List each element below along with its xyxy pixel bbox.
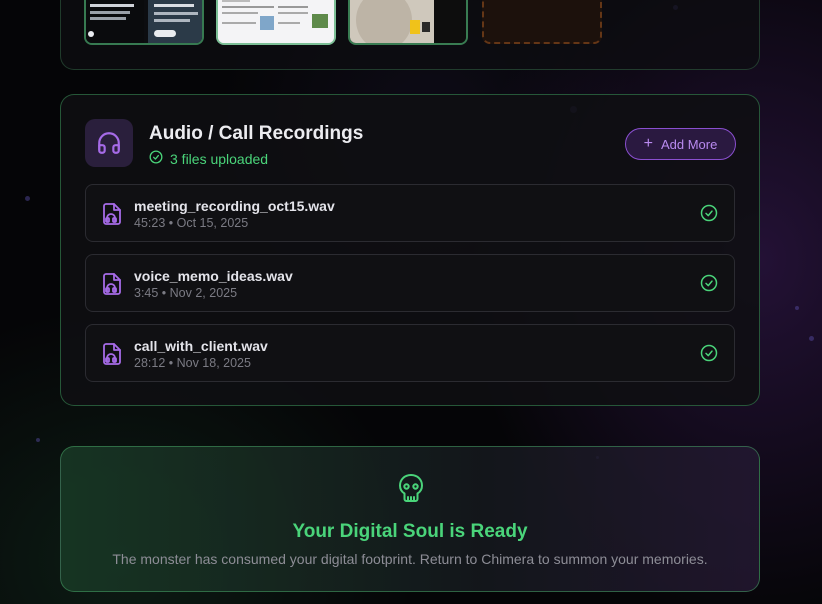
audio-file-icon [103,203,121,225]
file-row[interactable]: meeting_recording_oct15.wav 45:23 • Oct … [85,184,735,242]
add-more-button[interactable]: + Add More [625,128,736,160]
digital-soul-ready-card: Your Digital Soul is Ready The monster h… [60,446,760,592]
ready-description: The monster has consumed your digital fo… [112,551,708,567]
audio-file-icon [103,273,121,295]
skull-icon [399,474,423,502]
image-thumbnail[interactable] [348,0,468,45]
add-image-placeholder[interactable] [482,0,602,44]
file-name: voice_memo_ideas.wav [134,268,293,284]
upload-status-text: 3 files uploaded [170,150,269,167]
check-circle-icon [149,150,163,167]
file-row[interactable]: voice_memo_ideas.wav 3:45 • Nov 2, 2025 [85,254,735,312]
upload-status: 3 files uploaded [149,150,268,167]
file-meta: 28:12 • Nov 18, 2025 [134,356,251,370]
file-meta: 3:45 • Nov 2, 2025 [134,286,238,300]
background-dot [36,438,40,442]
file-name: meeting_recording_oct15.wav [134,198,335,214]
ready-title: Your Digital Soul is Ready [292,521,528,542]
file-name: call_with_client.wav [134,338,268,354]
background-dot [809,336,814,341]
add-more-label: Add More [660,136,718,152]
check-circle-icon [700,344,718,362]
background-dot [25,196,30,201]
check-circle-icon [700,274,718,292]
section-title: Audio / Call Recordings [149,123,364,144]
plus-icon: + [643,135,653,152]
image-thumbnail[interactable] [84,0,204,45]
file-meta: 45:23 • Oct 15, 2025 [134,216,249,230]
background-dot [795,306,799,310]
image-thumbnail[interactable] [216,0,336,45]
check-circle-icon [700,204,718,222]
headphones-icon [85,119,133,167]
audio-file-icon [103,343,121,365]
audio-recordings-card: Audio / Call Recordings 3 files uploaded… [60,94,760,406]
file-row[interactable]: call_with_client.wav 28:12 • Nov 18, 202… [85,324,735,382]
